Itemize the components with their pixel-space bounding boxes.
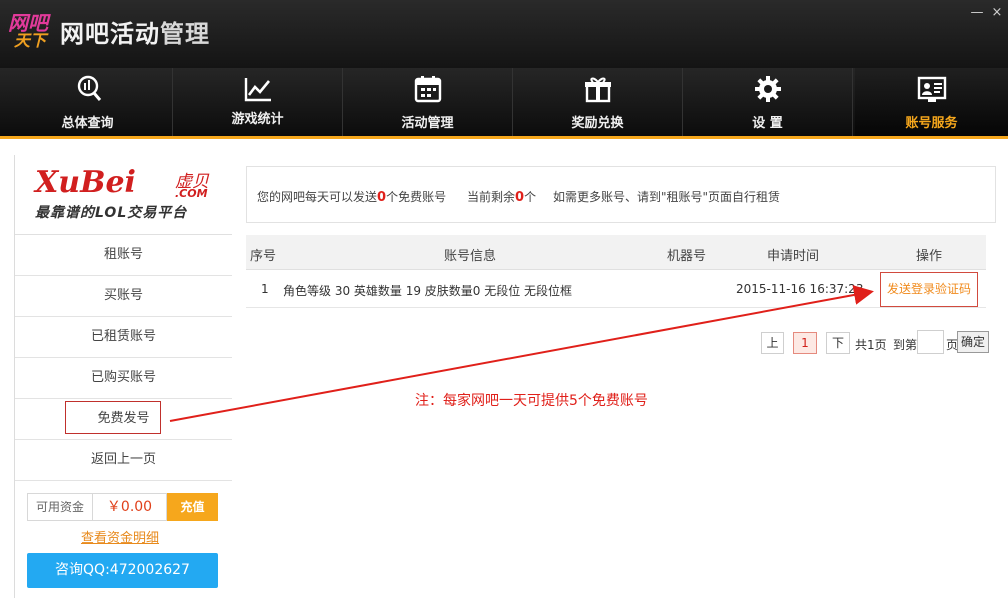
sidebar-item-back[interactable]: 返回上一页 xyxy=(15,440,232,481)
highlight-box xyxy=(65,401,161,434)
column-header: 申请时间 xyxy=(767,249,820,264)
brand-logo-com: .COM xyxy=(175,187,208,200)
sidebar: XuBei 虚贝 .COM 最靠谱的LOL交易平台 租账号 买账号 已租赁账号 … xyxy=(14,155,232,598)
column-header: 机器号 xyxy=(667,249,707,264)
column-header: 序号 xyxy=(250,249,277,264)
query-chart-icon xyxy=(77,75,101,101)
gear-icon xyxy=(754,76,781,102)
funds-detail-link[interactable]: 查看资金明细 xyxy=(81,527,159,546)
sidebar-item-bought[interactable]: 已购买账号 xyxy=(15,358,232,399)
tab-label: 账号服务 xyxy=(905,116,958,131)
sidebar-item-buy[interactable]: 买账号 xyxy=(15,276,232,317)
sidebar-item-label: 返回上一页 xyxy=(90,452,156,467)
sidebar-item-rent[interactable]: 租账号 xyxy=(15,235,232,276)
id-card-icon xyxy=(917,76,946,102)
prev-page-button[interactable]: 上 xyxy=(761,332,784,354)
confirm-page-button[interactable]: 确定 xyxy=(957,331,989,353)
goto-label: 到第 xyxy=(893,338,918,352)
tab-game-stats[interactable]: 游戏统计 xyxy=(173,68,343,136)
recharge-button[interactable]: 充值 xyxy=(167,493,218,521)
cell-index: 1 xyxy=(261,282,269,296)
total-pages: 共1页 xyxy=(855,338,887,352)
close-button[interactable]: × xyxy=(990,6,1004,20)
cell-info: 角色等级 30 英雄数量 19 皮肤数量0 无段位 无段位框 xyxy=(283,284,573,298)
send-code-button[interactable]: 发送登录验证码 xyxy=(880,272,978,307)
main-nav: 总体查询 游戏统计 活动管理 奖励兑换 设 置 账号服务 xyxy=(0,68,1008,139)
tab-label: 活动管理 xyxy=(401,116,454,131)
tab-label: 设 置 xyxy=(752,116,783,131)
column-header: 账号信息 xyxy=(444,249,497,264)
brand-logo[interactable]: XuBei 虚贝 .COM 最靠谱的LOL交易平台 xyxy=(15,155,232,235)
tab-account-service[interactable]: 账号服务 xyxy=(855,68,1008,136)
funds-panel: 可用资金 ￥0.00 充值 xyxy=(27,493,218,523)
qq-consult-button[interactable]: 咨询QQ:472002627 xyxy=(27,553,218,588)
column-header: 操作 xyxy=(916,249,943,264)
app-title: 网吧活动管理 xyxy=(60,14,210,49)
app-title-tail: 管理 xyxy=(160,20,210,48)
cell-time: 2015-11-16 16:37:23 xyxy=(736,282,864,296)
sidebar-item-rented[interactable]: 已租赁账号 xyxy=(15,317,232,358)
page-number-input[interactable] xyxy=(917,330,944,354)
title-bar: 网吧 天下 网吧活动管理 — × xyxy=(0,0,1008,68)
daily-quota: 0 xyxy=(377,190,387,205)
notice-text: 您的网吧每天可以发送0个免费账号 xyxy=(257,190,447,205)
svg-text:天下: 天下 xyxy=(14,31,49,48)
remaining-text: 当前剩余0个 xyxy=(467,190,537,205)
tab-label: 游戏统计 xyxy=(231,112,284,127)
annotation-note: 注：每家网吧一天可提供5个免费账号 xyxy=(415,393,648,409)
minimize-button[interactable]: — xyxy=(970,6,984,20)
app-window: 网吧 天下 网吧活动管理 — × 总体查询 游戏统计 活动管理 奖励兑换 设 置… xyxy=(0,0,1008,598)
tab-settings[interactable]: 设 置 xyxy=(683,68,853,136)
table-header: 序号 账号信息 机器号 申请时间 操作 xyxy=(246,235,986,270)
sidebar-item-label: 买账号 xyxy=(103,288,143,303)
tab-rewards[interactable]: 奖励兑换 xyxy=(513,68,683,136)
remaining-count: 0 xyxy=(515,190,525,205)
funds-label: 可用资金 xyxy=(27,493,93,521)
line-chart-icon xyxy=(244,78,271,102)
current-page-button[interactable]: 1 xyxy=(793,332,817,354)
calendar-icon xyxy=(414,76,441,103)
brand-logo-text: XuBei xyxy=(35,165,136,200)
funds-value: ￥0.00 xyxy=(93,493,167,521)
table-row: 1 角色等级 30 英雄数量 19 皮肤数量0 无段位 无段位框 2015-11… xyxy=(246,270,986,308)
tab-activity[interactable]: 活动管理 xyxy=(343,68,513,136)
app-title-main: 网吧活动 xyxy=(60,20,160,48)
notice-hint: 如需更多账号、请到"租账号"页面自行租赁 xyxy=(553,190,781,204)
tab-label: 总体查询 xyxy=(61,116,114,131)
tab-overview[interactable]: 总体查询 xyxy=(3,68,173,136)
notice-box: 您的网吧每天可以发送0个免费账号 当前剩余0个 如需更多账号、请到"租账号"页面… xyxy=(246,166,996,223)
tab-label: 奖励兑换 xyxy=(571,116,624,131)
sidebar-item-label: 已租赁账号 xyxy=(90,329,156,344)
brand-slogan: 最靠谱的LOL交易平台 xyxy=(35,205,188,221)
next-page-button[interactable]: 下 xyxy=(826,332,850,354)
sidebar-item-label: 已购买账号 xyxy=(90,370,156,385)
gift-icon xyxy=(584,77,611,103)
sidebar-item-label: 租账号 xyxy=(103,247,143,262)
